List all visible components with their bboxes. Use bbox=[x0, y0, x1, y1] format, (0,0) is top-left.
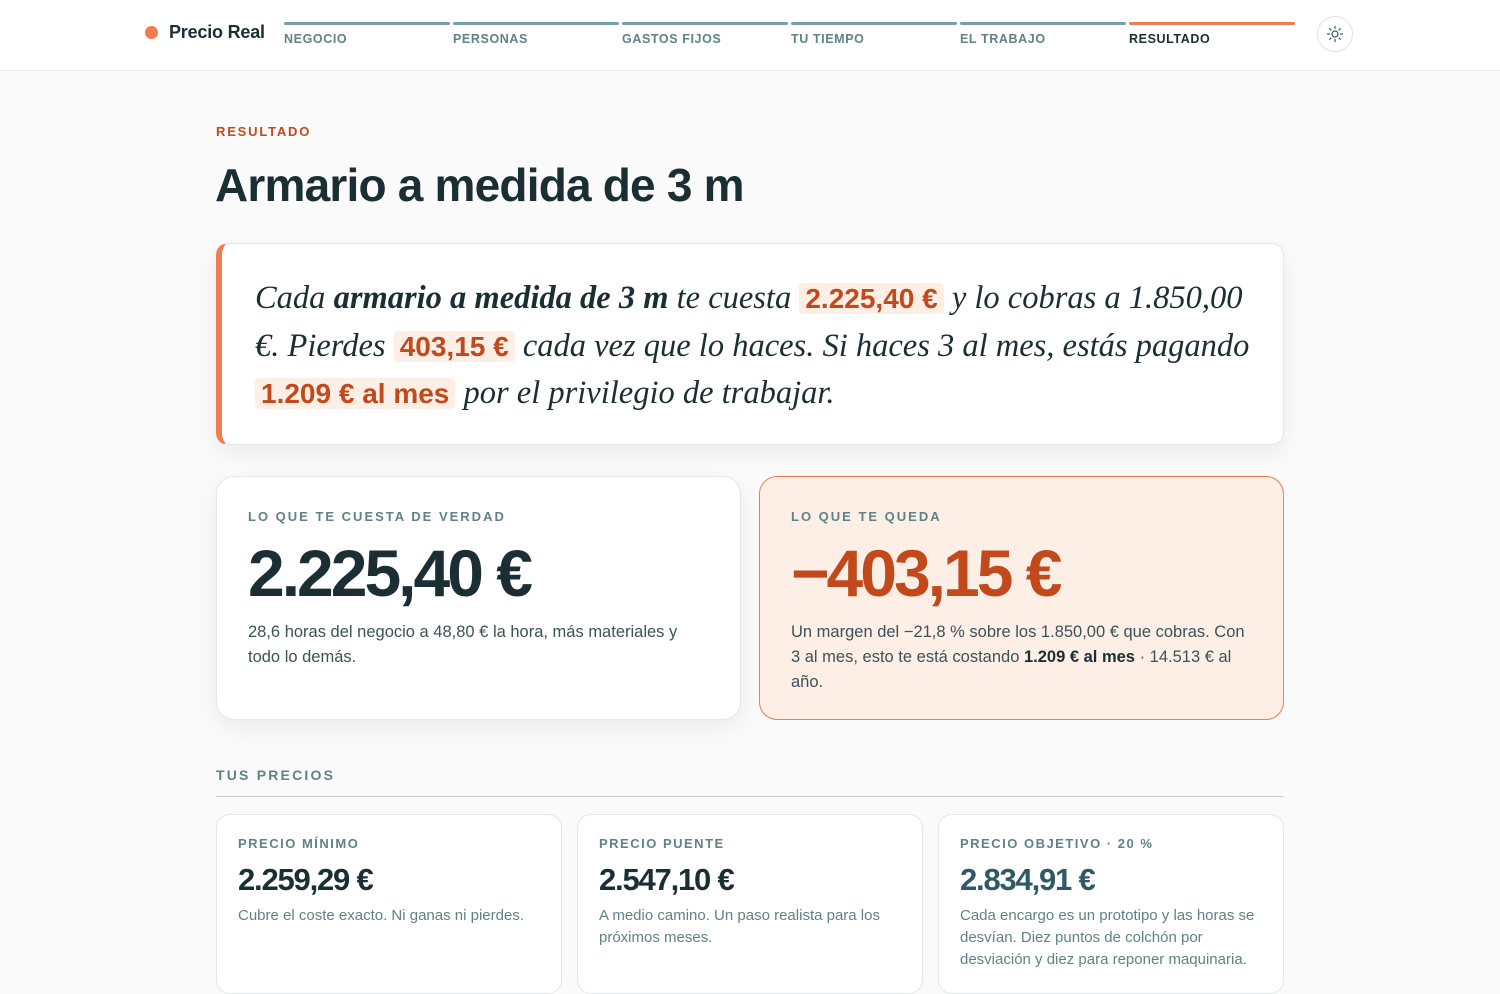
statement-cost-highlight: 2.225,40 € bbox=[799, 283, 944, 314]
statement-product: armario a medida de 3 m bbox=[333, 280, 669, 316]
card-description: 28,6 horas del negocio a 48,80 € la hora… bbox=[248, 623, 678, 666]
section-eyebrow: RESULTADO bbox=[216, 124, 312, 139]
price-label: PRECIO MÍNIMO bbox=[238, 836, 360, 851]
card-description: Un margen del −21,8 % sobre los 1.850,00… bbox=[791, 620, 1252, 695]
step-el-trabajo[interactable]: EL TRABAJO bbox=[960, 22, 1126, 46]
statement-text: cada vez que lo haces. Si haces 3 al mes… bbox=[514, 327, 1250, 364]
price-card-bridge: PRECIO PUENTE 2.547,10 € A medio camino.… bbox=[577, 814, 923, 994]
statement-text: por el privilegio de trabajar. bbox=[455, 375, 835, 411]
prices-section-title: TUS PRECIOS bbox=[216, 767, 336, 783]
result-statement: Cada armario a medida de 3 m te cuesta 2… bbox=[216, 243, 1284, 445]
card-label: LO QUE TE CUESTA DE VERDAD bbox=[248, 509, 506, 524]
statement-text: te cuesta bbox=[668, 280, 800, 316]
price-description: Cada encargo es un prototipo y las horas… bbox=[960, 907, 1255, 968]
price-card-minimum: PRECIO MÍNIMO 2.259,29 € Cubre el coste … bbox=[216, 814, 562, 994]
card-label: LO QUE TE QUEDA bbox=[791, 509, 942, 524]
sun-icon bbox=[1326, 25, 1344, 43]
page-title: Armario a medida de 3 m bbox=[215, 159, 744, 211]
price-description: Cubre el coste exacto. Ni ganas ni pierd… bbox=[238, 907, 524, 924]
price-label: PRECIO PUENTE bbox=[599, 836, 725, 851]
step-bar bbox=[453, 22, 619, 25]
step-gastos-fijos[interactable]: GASTOS FIJOS bbox=[622, 22, 788, 46]
step-label: TU TIEMPO bbox=[791, 32, 865, 46]
statement-loss-highlight: 403,15 € bbox=[393, 330, 515, 362]
section-divider bbox=[216, 796, 1284, 797]
step-negocio[interactable]: NEGOCIO bbox=[284, 22, 450, 46]
step-bar bbox=[1129, 22, 1295, 25]
step-bar bbox=[284, 22, 450, 25]
step-bar bbox=[960, 22, 1126, 25]
brand[interactable]: Precio Real bbox=[145, 22, 265, 43]
brand-dot-icon bbox=[145, 26, 158, 39]
brand-name: Precio Real bbox=[169, 22, 265, 42]
step-personas[interactable]: PERSONAS bbox=[453, 22, 619, 46]
step-bar bbox=[622, 22, 788, 25]
price-card-target: PRECIO OBJETIVO · 20 % 2.834,91 € Cada e… bbox=[938, 814, 1284, 994]
remaining-value: −403,15 € bbox=[791, 536, 1062, 610]
step-label: GASTOS FIJOS bbox=[622, 32, 722, 46]
price-value: 2.547,10 € bbox=[599, 862, 735, 897]
step-resultado[interactable]: RESULTADO bbox=[1129, 22, 1295, 46]
remaining-card: LO QUE TE QUEDA −403,15 € Un margen del … bbox=[759, 476, 1284, 720]
step-label: RESULTADO bbox=[1129, 32, 1211, 46]
step-progress-nav: NEGOCIO PERSONAS GASTOS FIJOS TU TIEMPO … bbox=[284, 22, 1298, 46]
step-bar bbox=[791, 22, 957, 25]
price-label: PRECIO OBJETIVO · 20 % bbox=[960, 836, 1154, 851]
desc-bold: 1.209 € al mes bbox=[1023, 648, 1135, 666]
top-bar: Precio Real NEGOCIO PERSONAS GASTOS FIJO… bbox=[0, 0, 1500, 71]
price-value: 2.834,91 € bbox=[960, 862, 1096, 897]
price-description: A medio camino. Un paso realista para lo… bbox=[599, 907, 880, 946]
true-cost-card: LO QUE TE CUESTA DE VERDAD 2.225,40 € 28… bbox=[216, 476, 741, 720]
price-value: 2.259,29 € bbox=[238, 862, 374, 897]
step-label: EL TRABAJO bbox=[960, 32, 1046, 46]
step-tu-tiempo[interactable]: TU TIEMPO bbox=[791, 22, 957, 46]
true-cost-value: 2.225,40 € bbox=[248, 536, 533, 610]
theme-toggle-button[interactable] bbox=[1317, 16, 1353, 52]
statement-text: Cada bbox=[255, 280, 334, 316]
step-label: PERSONAS bbox=[453, 32, 528, 46]
step-label: NEGOCIO bbox=[284, 32, 348, 46]
statement-monthly-highlight: 1.209 € al mes bbox=[255, 378, 456, 409]
